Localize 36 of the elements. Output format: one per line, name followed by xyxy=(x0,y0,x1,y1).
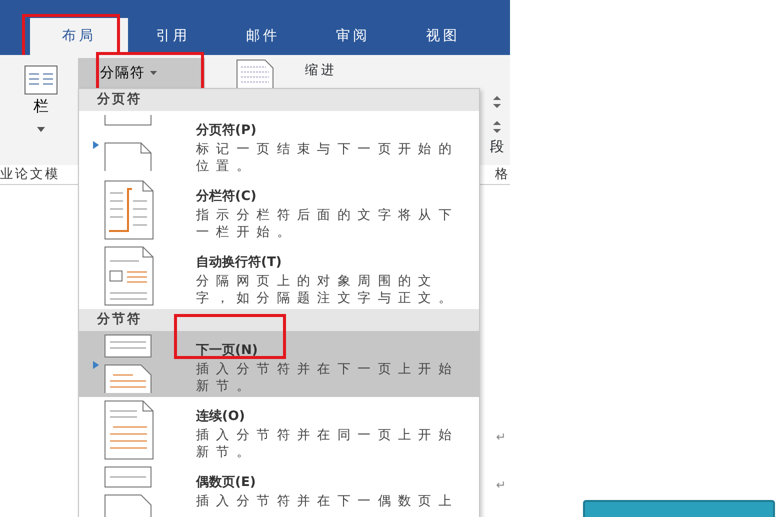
menu-item-description: 插入分节符并在下一页上开始新节。 xyxy=(196,361,460,395)
menu-item-description: 分隔网页上的对象周围的文字，如分隔题注文字与正文。 xyxy=(196,273,460,307)
menu-item-description: 标记一页结束与下一页开始的位置。 xyxy=(196,141,460,175)
paragraph-mark: ↵ xyxy=(496,477,506,494)
ribbon-tab[interactable]: 邮件 xyxy=(218,18,308,55)
columns-icon xyxy=(24,65,58,95)
menu-item[interactable]: 自动换行符(T) 分隔网页上的对象周围的文字，如分隔题注文字与正文。 xyxy=(79,243,479,309)
menu-item-title: 自动换行符(T) xyxy=(196,254,282,271)
group-label: 段 xyxy=(490,138,504,157)
caret-icon xyxy=(150,70,158,75)
ribbon-tab[interactable]: 布局 xyxy=(30,18,128,55)
paragraph-mark: ↵ xyxy=(496,429,506,446)
caret-icon xyxy=(37,126,45,132)
breaks-dropdown-button[interactable]: 分隔符 xyxy=(78,58,205,88)
menu-item[interactable]: 偶数页(E) 插入分节符并在下一偶数页上 xyxy=(79,463,479,517)
menu-item-title: 偶数页(E) xyxy=(196,474,256,491)
ribbon-tab[interactable]: 审阅 xyxy=(308,18,398,55)
menu-item-description: 插入分节符并在下一偶数页上 xyxy=(196,493,460,510)
columns-button[interactable]: 栏 xyxy=(18,65,64,135)
menu-item-title: 连续(O) xyxy=(196,408,245,425)
document-text: 业论文模 xyxy=(0,166,60,184)
menu-section-heading: 分节符 xyxy=(79,309,479,331)
menu-item-description: 插入分节符并在同一页上开始新节。 xyxy=(196,427,460,461)
menu-item[interactable]: 连续(O) 插入分节符并在同一页上开始新节。 xyxy=(79,397,479,463)
indent-label: 缩进 xyxy=(305,62,337,80)
menu-item-title: 下一页(N) xyxy=(196,342,258,359)
menu-item-title: 分栏符(C) xyxy=(196,188,256,205)
menu-item[interactable]: 分栏符(C) 指示分栏符后面的文字将从下一栏开始。 xyxy=(79,177,479,243)
ribbon-tab[interactable]: 引用 xyxy=(128,18,218,55)
menu-section-heading: 分页符 xyxy=(79,89,479,111)
menu-item-description: 指示分栏符后面的文字将从下一栏开始。 xyxy=(196,207,460,241)
menu-item[interactable]: 下一页(N) 插入分节符并在下一页上开始新节。 xyxy=(79,331,479,397)
document-text: 格 xyxy=(495,166,510,184)
menu-item[interactable]: 分页符(P) 标记一页结束与下一页开始的位置。 xyxy=(79,111,479,177)
menu-item-title: 分页符(P) xyxy=(196,122,256,139)
ribbon-tab[interactable]: 视图 xyxy=(398,18,488,55)
